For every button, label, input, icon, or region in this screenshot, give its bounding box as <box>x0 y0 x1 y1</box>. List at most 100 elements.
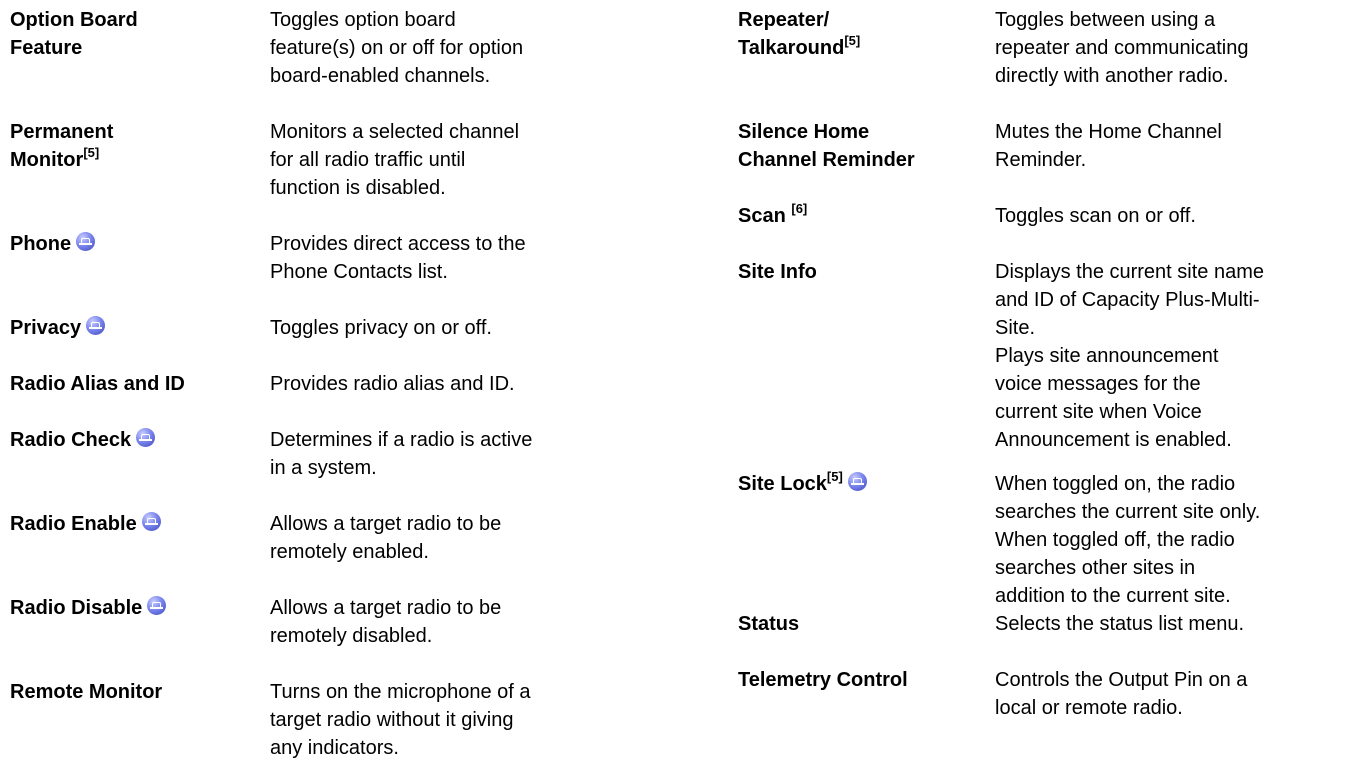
feature-description: Determines if a radio is active in a syst… <box>270 426 630 482</box>
description-line: in a system. <box>270 457 377 479</box>
description-line: Controls the Output Pin on a <box>995 669 1248 691</box>
feature-name: Silence Home Channel Reminder <box>738 118 983 174</box>
description-line: Plays site announcement <box>995 345 1219 367</box>
description-line: Turns on the microphone of a <box>270 681 531 703</box>
description-line: When toggled off, the radio <box>995 529 1235 551</box>
capacity-plus-icon <box>86 316 106 335</box>
feature-description: Toggles privacy on or off. <box>270 314 630 342</box>
feature-name: Phone <box>10 230 260 258</box>
capacity-plus-icon <box>847 472 867 491</box>
feature-name-text: Privacy <box>10 317 82 339</box>
description-line: remotely disabled. <box>270 625 433 647</box>
feature-description: Allows a target radio to be remotely enab… <box>270 510 630 566</box>
feature-name-text: Phone <box>10 233 72 255</box>
feature-name-text: Telemetry Control <box>738 669 908 691</box>
feature-name: Status <box>738 610 983 638</box>
description-line: searches the current site only. <box>995 501 1261 523</box>
feature-name-text: Radio Check <box>10 429 132 451</box>
description-line: current site when Voice <box>995 401 1202 423</box>
feature-name: Permanent Monitor[5] <box>10 118 260 174</box>
description-line: searches other sites in <box>995 557 1196 579</box>
feature-description: Toggles option board feature(s) on or off… <box>270 6 630 90</box>
feature-description: Allows a target radio to be remotely disa… <box>270 594 630 650</box>
feature-description: When toggled on, the radio searches the c… <box>995 470 1367 610</box>
feature-name: Site Lock[5] <box>738 470 983 498</box>
capacity-plus-icon <box>76 232 96 251</box>
description-line: Provides radio alias and ID. <box>270 373 515 395</box>
description-line: Phone Contacts list. <box>270 261 448 283</box>
feature-name: Radio Enable <box>10 510 260 538</box>
description-line: function is disabled. <box>270 177 446 199</box>
description-line: Reminder. <box>995 149 1087 171</box>
feature-name-text: Permanent <box>10 121 114 143</box>
description-line: directly with another radio. <box>995 65 1229 87</box>
feature-description: Displays the current site name and ID of … <box>995 258 1367 342</box>
description-line: target radio without it giving <box>270 709 514 731</box>
description-line: for all radio traffic until <box>270 149 466 171</box>
footnote-marker: [5] <box>844 33 861 49</box>
capacity-plus-icon <box>141 512 161 531</box>
feature-name: Scan [6] <box>738 202 983 230</box>
feature-name-text-line2: Monitor <box>10 149 84 171</box>
description-line: Announcement is enabled. <box>995 429 1232 451</box>
feature-name: Radio Disable <box>10 594 260 622</box>
description-line: voice messages for the <box>995 373 1201 395</box>
description-line: Toggles privacy on or off. <box>270 317 492 339</box>
description-line: Toggles scan on or off. <box>995 205 1196 227</box>
feature-name: Radio Check <box>10 426 260 454</box>
feature-name: Radio Alias and ID <box>10 370 260 398</box>
description-line: feature(s) on or off for option <box>270 37 524 59</box>
description-line: Allows a target radio to be <box>270 597 502 619</box>
feature-description: Mutes the Home Channel Reminder. <box>995 118 1367 174</box>
feature-name-text-line2: Talkaround <box>738 37 845 59</box>
description-line: Determines if a radio is active <box>270 429 533 451</box>
feature-name: Repeater/Talkaround[5] <box>738 6 983 62</box>
feature-name-text: Status <box>738 613 800 635</box>
feature-name-text-line2: Channel Reminder <box>738 149 915 171</box>
footnote-marker: [5] <box>83 145 100 161</box>
description-line: addition to the current site. <box>995 585 1231 607</box>
description-line: remotely enabled. <box>270 541 429 563</box>
description-line: repeater and communicating <box>995 37 1249 59</box>
description-line: board-enabled channels. <box>270 65 491 87</box>
feature-description: Turns on the microphone of a target radio… <box>270 678 630 762</box>
feature-description: Toggles between using a repeater and comm… <box>995 6 1367 90</box>
feature-description: Provides radio alias and ID. <box>270 370 630 398</box>
capacity-plus-icon <box>147 596 167 615</box>
description-line: and ID of Capacity Plus-Multi- <box>995 289 1260 311</box>
description-line: Toggles between using a <box>995 9 1216 31</box>
feature-name: Privacy <box>10 314 260 342</box>
description-line: Selects the status list menu. <box>995 613 1245 635</box>
description-line: Allows a target radio to be <box>270 513 502 535</box>
description-line: Monitors a selected channel <box>270 121 520 143</box>
feature-description: Monitors a selected channel for all radio… <box>270 118 630 202</box>
feature-description: Plays site announcement voice messages fo… <box>995 342 1367 454</box>
feature-name-text: Radio Enable <box>10 513 137 535</box>
feature-name-text: Scan <box>738 205 792 227</box>
description-line: Provides direct access to the <box>270 233 526 255</box>
feature-description: Selects the status list menu. <box>995 610 1367 638</box>
feature-table-page: Option Board Feature Toggles option board f… <box>0 0 1367 773</box>
capacity-plus-icon <box>136 428 156 447</box>
feature-name-text: Repeater/ <box>738 9 830 31</box>
feature-name-text-line2: Feature <box>10 37 83 59</box>
description-line: Site. <box>995 317 1036 339</box>
feature-description: Controls the Output Pin on a local or rem… <box>995 666 1367 722</box>
description-line: Mutes the Home Channel <box>995 121 1222 143</box>
feature-name: Site Info <box>738 258 983 286</box>
feature-name: Telemetry Control <box>738 666 983 694</box>
feature-name-text: Option Board <box>10 9 138 31</box>
feature-name-text: Site Info <box>738 261 817 283</box>
feature-name-text: Radio Disable <box>10 597 143 619</box>
footnote-marker: [5] <box>826 469 843 485</box>
feature-name-text: Site Lock <box>738 473 827 495</box>
description-line: local or remote radio. <box>995 697 1183 719</box>
description-line: When toggled on, the radio <box>995 473 1236 495</box>
feature-description: Toggles scan on or off. <box>995 202 1367 230</box>
description-line: any indicators. <box>270 737 399 759</box>
feature-name: Option Board Feature <box>10 6 260 62</box>
description-line: Displays the current site name <box>995 261 1265 283</box>
feature-name-text: Radio Alias and ID <box>10 373 185 395</box>
description-line: Toggles option board <box>270 9 456 31</box>
feature-name-text: Silence Home <box>738 121 870 143</box>
